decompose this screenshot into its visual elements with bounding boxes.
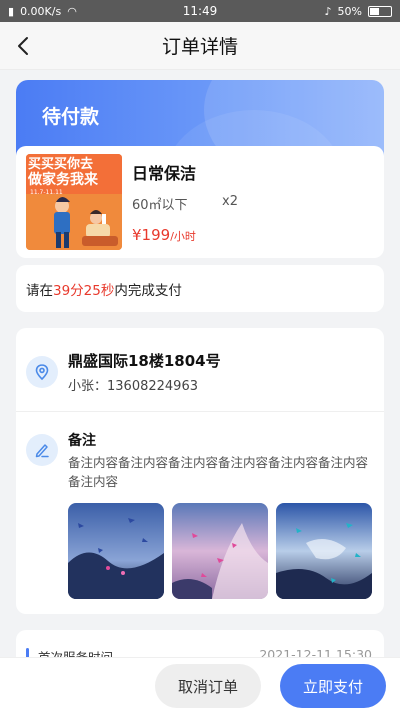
note-title: 备注 [68, 433, 96, 449]
timer-suffix: 内完成支付 [114, 282, 182, 299]
svg-text:做家务我来: 做家务我来 [27, 171, 99, 188]
battery-icon [368, 5, 392, 17]
price-value: ¥199 [132, 226, 171, 244]
status-left: ▮ 0.00K/s ◠ [8, 5, 158, 18]
clock: 11:49 [182, 4, 218, 18]
price-unit: /小时 [170, 230, 196, 243]
wifi-icon: ◠ [67, 4, 77, 18]
order-status: 待付款 [42, 106, 100, 128]
product-spec: 60㎡以下 [132, 198, 188, 213]
back-button[interactable] [12, 34, 36, 58]
bottom-action-bar: 取消订单 立即支付 [0, 657, 400, 711]
location-pin-icon [26, 356, 58, 388]
nav-bar: 订单详情 [0, 22, 400, 70]
address-contact: 小张：13608224963 [68, 379, 198, 394]
note-photo[interactable] [172, 503, 268, 599]
note-photo[interactable] [68, 503, 164, 599]
payment-timer: 请在 39分25秒 内完成支付 [16, 265, 384, 312]
product-price: ¥199/小时 [132, 226, 196, 244]
product-name: 日常保洁 [132, 164, 197, 183]
cancel-order-button[interactable]: 取消订单 [155, 664, 261, 708]
service-info-card: 鼎盛国际18楼1804号 小张：13608224963 备注 备注内容备注内容备… [16, 328, 384, 614]
pay-now-button[interactable]: 立即支付 [280, 664, 386, 708]
product-card[interactable]: 买买买你去 做家务我来 11.7-11.11 日常保洁 60㎡以下 x2 ¥19… [16, 146, 384, 258]
chevron-left-icon [18, 37, 28, 55]
silent-icon: ♪ [324, 4, 332, 18]
pen-icon [26, 434, 58, 466]
product-thumbnail: 买买买你去 做家务我来 11.7-11.11 [26, 154, 122, 250]
sim-icon: ▮ [8, 4, 15, 18]
svg-text:买买买你去: 买买买你去 [28, 156, 93, 172]
divider [16, 411, 384, 412]
status-right: ♪ 50% [242, 5, 392, 18]
product-quantity: x2 [222, 194, 238, 209]
svg-text:11.7-11.11: 11.7-11.11 [30, 189, 63, 196]
battery-percent: 50% [337, 4, 362, 18]
address-name: 鼎盛国际18楼1804号 [68, 352, 221, 370]
page-title: 订单详情 [161, 36, 238, 58]
note-text: 备注内容备注内容备注内容备注内容备注内容备注内容备注内容 [68, 455, 369, 489]
timer-remaining: 39分25秒 [53, 282, 115, 299]
timer-prefix: 请在 [26, 282, 53, 299]
note-photo[interactable] [276, 503, 372, 599]
product-image: 买买买你去 做家务我来 11.7-11.11 [26, 154, 122, 250]
status-bar: ▮ 0.00K/s ◠ 11:49 ♪ 50% [0, 0, 400, 22]
network-speed: 0.00K/s [20, 4, 62, 18]
